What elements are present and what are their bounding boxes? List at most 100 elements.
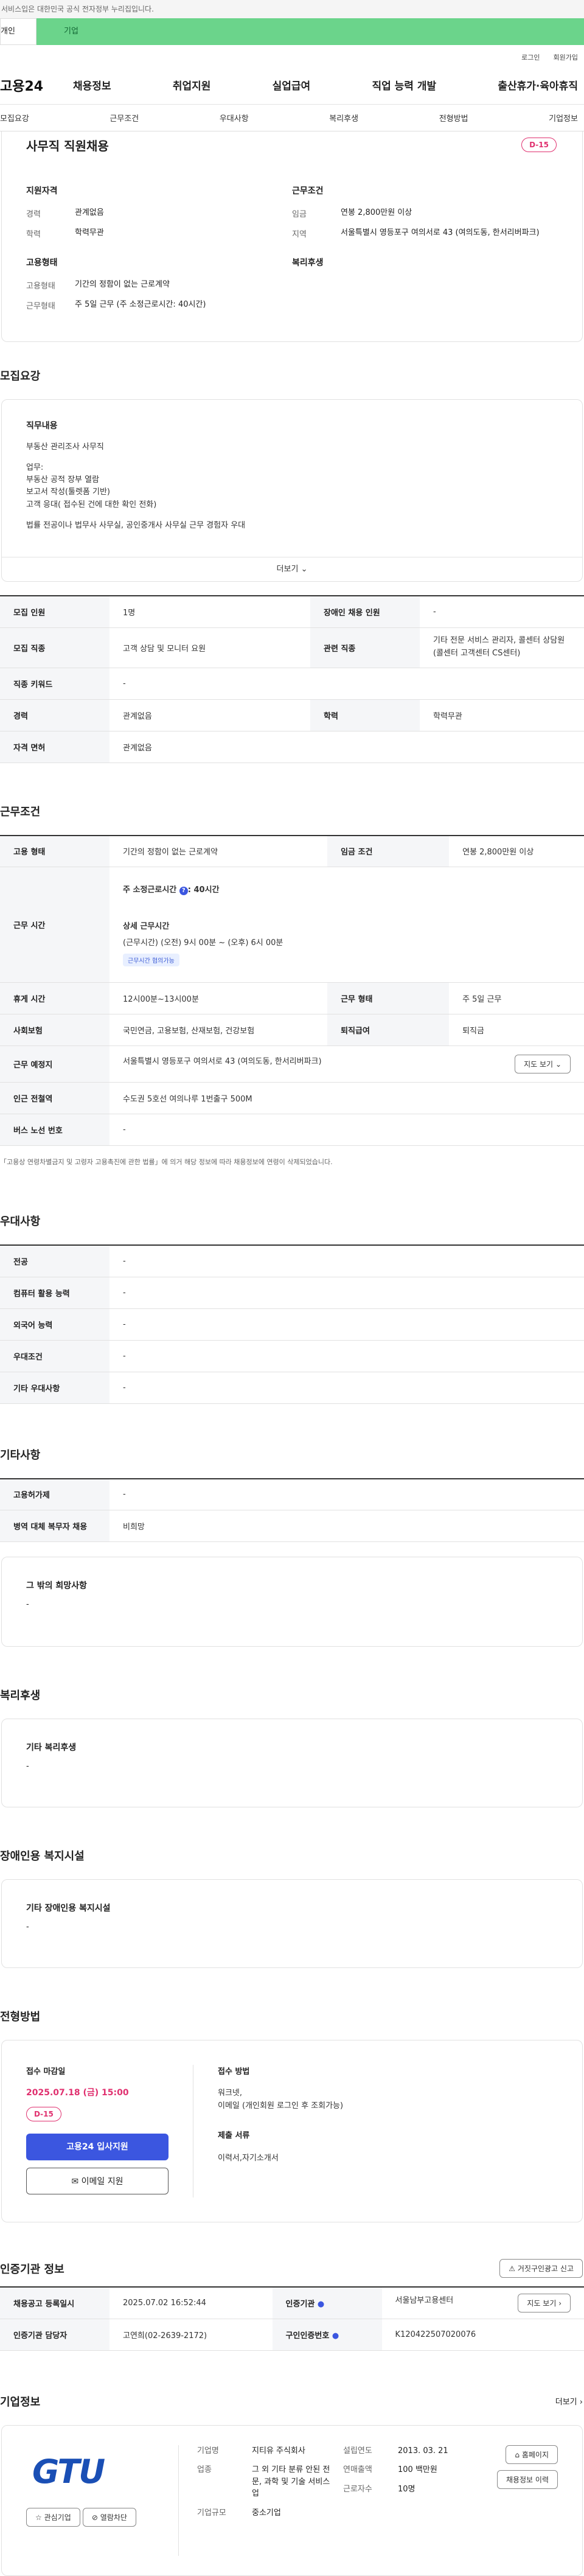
email-apply-button[interactable]: ✉ 이메일 지원 — [26, 2168, 169, 2194]
tab-company[interactable]: 기업정보 — [549, 112, 578, 124]
label: 지역 — [292, 230, 307, 239]
cell-value: 1명 — [109, 596, 310, 628]
cell-label: 모집 인원 — [0, 596, 109, 628]
chevron-down-icon: ⌄ — [555, 1060, 561, 1069]
gnb-unemployment[interactable]: 실업급여 — [273, 77, 311, 92]
cell-value: 수도권 5호선 여의나루 1번출구 500M — [109, 1082, 584, 1114]
cell-label: 관련 직종 — [310, 627, 420, 668]
cell-label: 병역 대체 복무자 채용 — [0, 1510, 109, 1542]
cell-label: 기타 우대사항 — [0, 1372, 109, 1404]
label: 임금 — [292, 210, 307, 219]
more-label: 더보기 — [276, 565, 299, 574]
interest-button[interactable]: ☆ 관심기업 — [26, 2507, 80, 2527]
cell-label: 경력 — [0, 699, 109, 731]
jobs-history-button[interactable]: 채용정보 이력 — [496, 2470, 558, 2489]
tab-apply[interactable]: 전형방법 — [439, 112, 468, 124]
cell-value: - — [109, 1245, 584, 1277]
section-tabs: 모집요강 근무조건 우대사항 복리후생 전형방법 기업정보 — [0, 105, 584, 131]
hours-main-label: 주 소정근로시간 — [123, 885, 177, 895]
gnb-jobs[interactable]: 채용정보 — [73, 77, 111, 92]
cell-value: K120422507020076 — [381, 2319, 584, 2351]
table-row: 고용허가제 - — [0, 1478, 584, 1510]
cell-value: 기타 전문 서비스 관리자, 콜센터 상담원(콜센터 고객센터 CS센터) — [420, 627, 584, 668]
tab-recruit[interactable]: 모집요강 — [0, 112, 29, 124]
hours-cell: 주 소정근로시간 ?: 40시간 상세 근무시간 (근무시간) (오전) 9시 … — [109, 867, 584, 983]
agency-map-label: 지도 보기 — [527, 2299, 557, 2308]
map-button[interactable]: 지도 보기 ⌄ — [515, 1055, 571, 1073]
tab-personal[interactable]: 개인 — [0, 18, 36, 45]
homepage-button[interactable]: ⌂ 홈페이지 — [506, 2445, 558, 2464]
value: 관계없음 — [75, 208, 104, 217]
info-icon[interactable]: ● — [318, 2300, 324, 2309]
table-row: 버스 노선 번호 - — [0, 1114, 584, 1146]
cell-label: 인증기관 담당자 — [0, 2319, 109, 2351]
report-button[interactable]: ⚠ 거짓구인광고 신고 — [499, 2259, 583, 2278]
cell-value: 국민연금, 고용보험, 산재보험, 건강보험 — [109, 1014, 328, 1046]
table-row: 컴퓨터 활용 능력 - — [0, 1277, 584, 1309]
tab-welfare[interactable]: 복리후생 — [329, 112, 358, 124]
table-row: 휴게 시간 12시00분~13시00분 근무 형태 주 5일 근무 — [0, 982, 584, 1014]
site-logo[interactable]: 고용24 — [0, 75, 73, 95]
disabled-sub: 기타 장애인용 복지시설 — [26, 1904, 111, 1913]
qual-title: 지원자격 — [26, 186, 58, 196]
block-button[interactable]: ⊘ 열람차단 — [82, 2507, 136, 2527]
section-title-etc: 기타사항 — [0, 1448, 41, 1462]
desc-line: 업무: — [26, 463, 44, 473]
block-label: 열람차단 — [100, 2513, 127, 2522]
recruit-table: 모집 인원 1명 장애인 채용 인원 - 모집 직종 고객 상담 및 모니터 요원 관… — [0, 595, 584, 763]
cell-value: 2025.07.02 16:52:44 — [109, 2287, 273, 2319]
login-link[interactable]: 로그인 — [521, 52, 540, 66]
label: 근로자수 — [343, 2484, 372, 2494]
section-title-recruit: 모집요강 — [0, 370, 41, 383]
homepage-label: 홈페이지 — [521, 2450, 549, 2459]
email-apply-label: 이메일 지원 — [81, 2177, 123, 2187]
desc-line: 고객 응대( 접수된 건에 대한 확인 전화) — [26, 500, 157, 509]
report-icon: ⚠ — [509, 2264, 516, 2273]
signup-link[interactable]: 회원가입 — [554, 52, 578, 66]
docs-value: 이력서,자기소개서 — [218, 2153, 279, 2163]
cell-value: 서울남부고용센터 지도 보기 › — [381, 2287, 584, 2319]
cell-value: - — [109, 1308, 584, 1341]
agency-map-button[interactable]: 지도 보기 › — [518, 2293, 571, 2312]
desc-line: 부동산 관리조사 사무직 — [26, 442, 104, 452]
label: 고용형태 — [26, 282, 55, 291]
pref-table: 전공 - 컴퓨터 활용 능력 - 외국어 능력 - 우대조건 - 기타 우대사항 - — [0, 1244, 584, 1404]
more-button[interactable]: 더보기 ⌄ — [2, 557, 582, 581]
cell-value: 주 5일 근무 — [449, 982, 584, 1014]
info-icon[interactable]: ? — [179, 887, 188, 895]
tab-work[interactable]: 근무조건 — [109, 112, 139, 124]
label: 업종 — [197, 2465, 212, 2474]
cell-value: 관계없음 — [109, 731, 584, 763]
chevron-down-icon: ⌄ — [301, 565, 308, 574]
global-nav: 고용24 채용정보 취업지원 실업급여 직업 능력 개발 출산휴가·육아휴직 — [0, 66, 584, 105]
cell-value: 연봉 2,800만원 이상 — [449, 835, 584, 867]
cell-value: 퇴직금 — [449, 1014, 584, 1046]
hours-main-value: : 40시간 — [187, 885, 220, 895]
age-note: 「고용상 연령차별금지 및 고령자 고용촉진에 관한 법률」에 의거 해당 정보… — [0, 1158, 333, 1166]
gnb-employment-support[interactable]: 취업지원 — [173, 77, 211, 92]
gnb-leave[interactable]: 출산휴가·육아휴직 — [498, 77, 578, 92]
section-title-pref: 우대사항 — [0, 1215, 41, 1228]
company-more-link[interactable]: 더보기 › — [555, 2395, 583, 2407]
cell-label: 근무 시간 — [0, 867, 109, 983]
table-row: 자격 면허 관계없음 — [0, 731, 584, 763]
cell-label: 인증기관 ● — [272, 2287, 382, 2319]
welfare-value: - — [26, 1762, 29, 1771]
tab-company[interactable]: 기업 — [36, 18, 584, 45]
value: 중소기업 — [252, 2508, 281, 2518]
section-title-company: 기업정보 — [0, 2395, 41, 2409]
section-title-apply: 전형방법 — [0, 2011, 41, 2023]
value: 지티유 주식회사 — [252, 2446, 305, 2456]
apply-button[interactable]: 고용24 입사지원 — [26, 2134, 169, 2160]
cell-label: 학력 — [310, 699, 420, 731]
cell-label: 임금 조건 — [327, 835, 450, 867]
table-row: 인근 전철역 수도권 5호선 여의나루 1번출구 500M — [0, 1082, 584, 1114]
cell-label: 외국어 능력 — [0, 1308, 109, 1341]
cell-value: 서울특별시 영등포구 여의서로 43 (여의도동, 한서리버파크) 지도 보기 … — [109, 1045, 584, 1083]
table-row: 기타 우대사항 - — [0, 1372, 584, 1404]
tab-pref[interactable]: 우대사항 — [220, 112, 249, 124]
deadline-title: 접수 마감일 — [26, 2067, 66, 2076]
gnb-training[interactable]: 직업 능력 개발 — [372, 77, 436, 92]
place-value: 서울특별시 영등포구 여의서로 43 (여의도동, 한서리버파크) — [123, 1057, 322, 1066]
info-icon[interactable]: ● — [332, 2331, 339, 2340]
